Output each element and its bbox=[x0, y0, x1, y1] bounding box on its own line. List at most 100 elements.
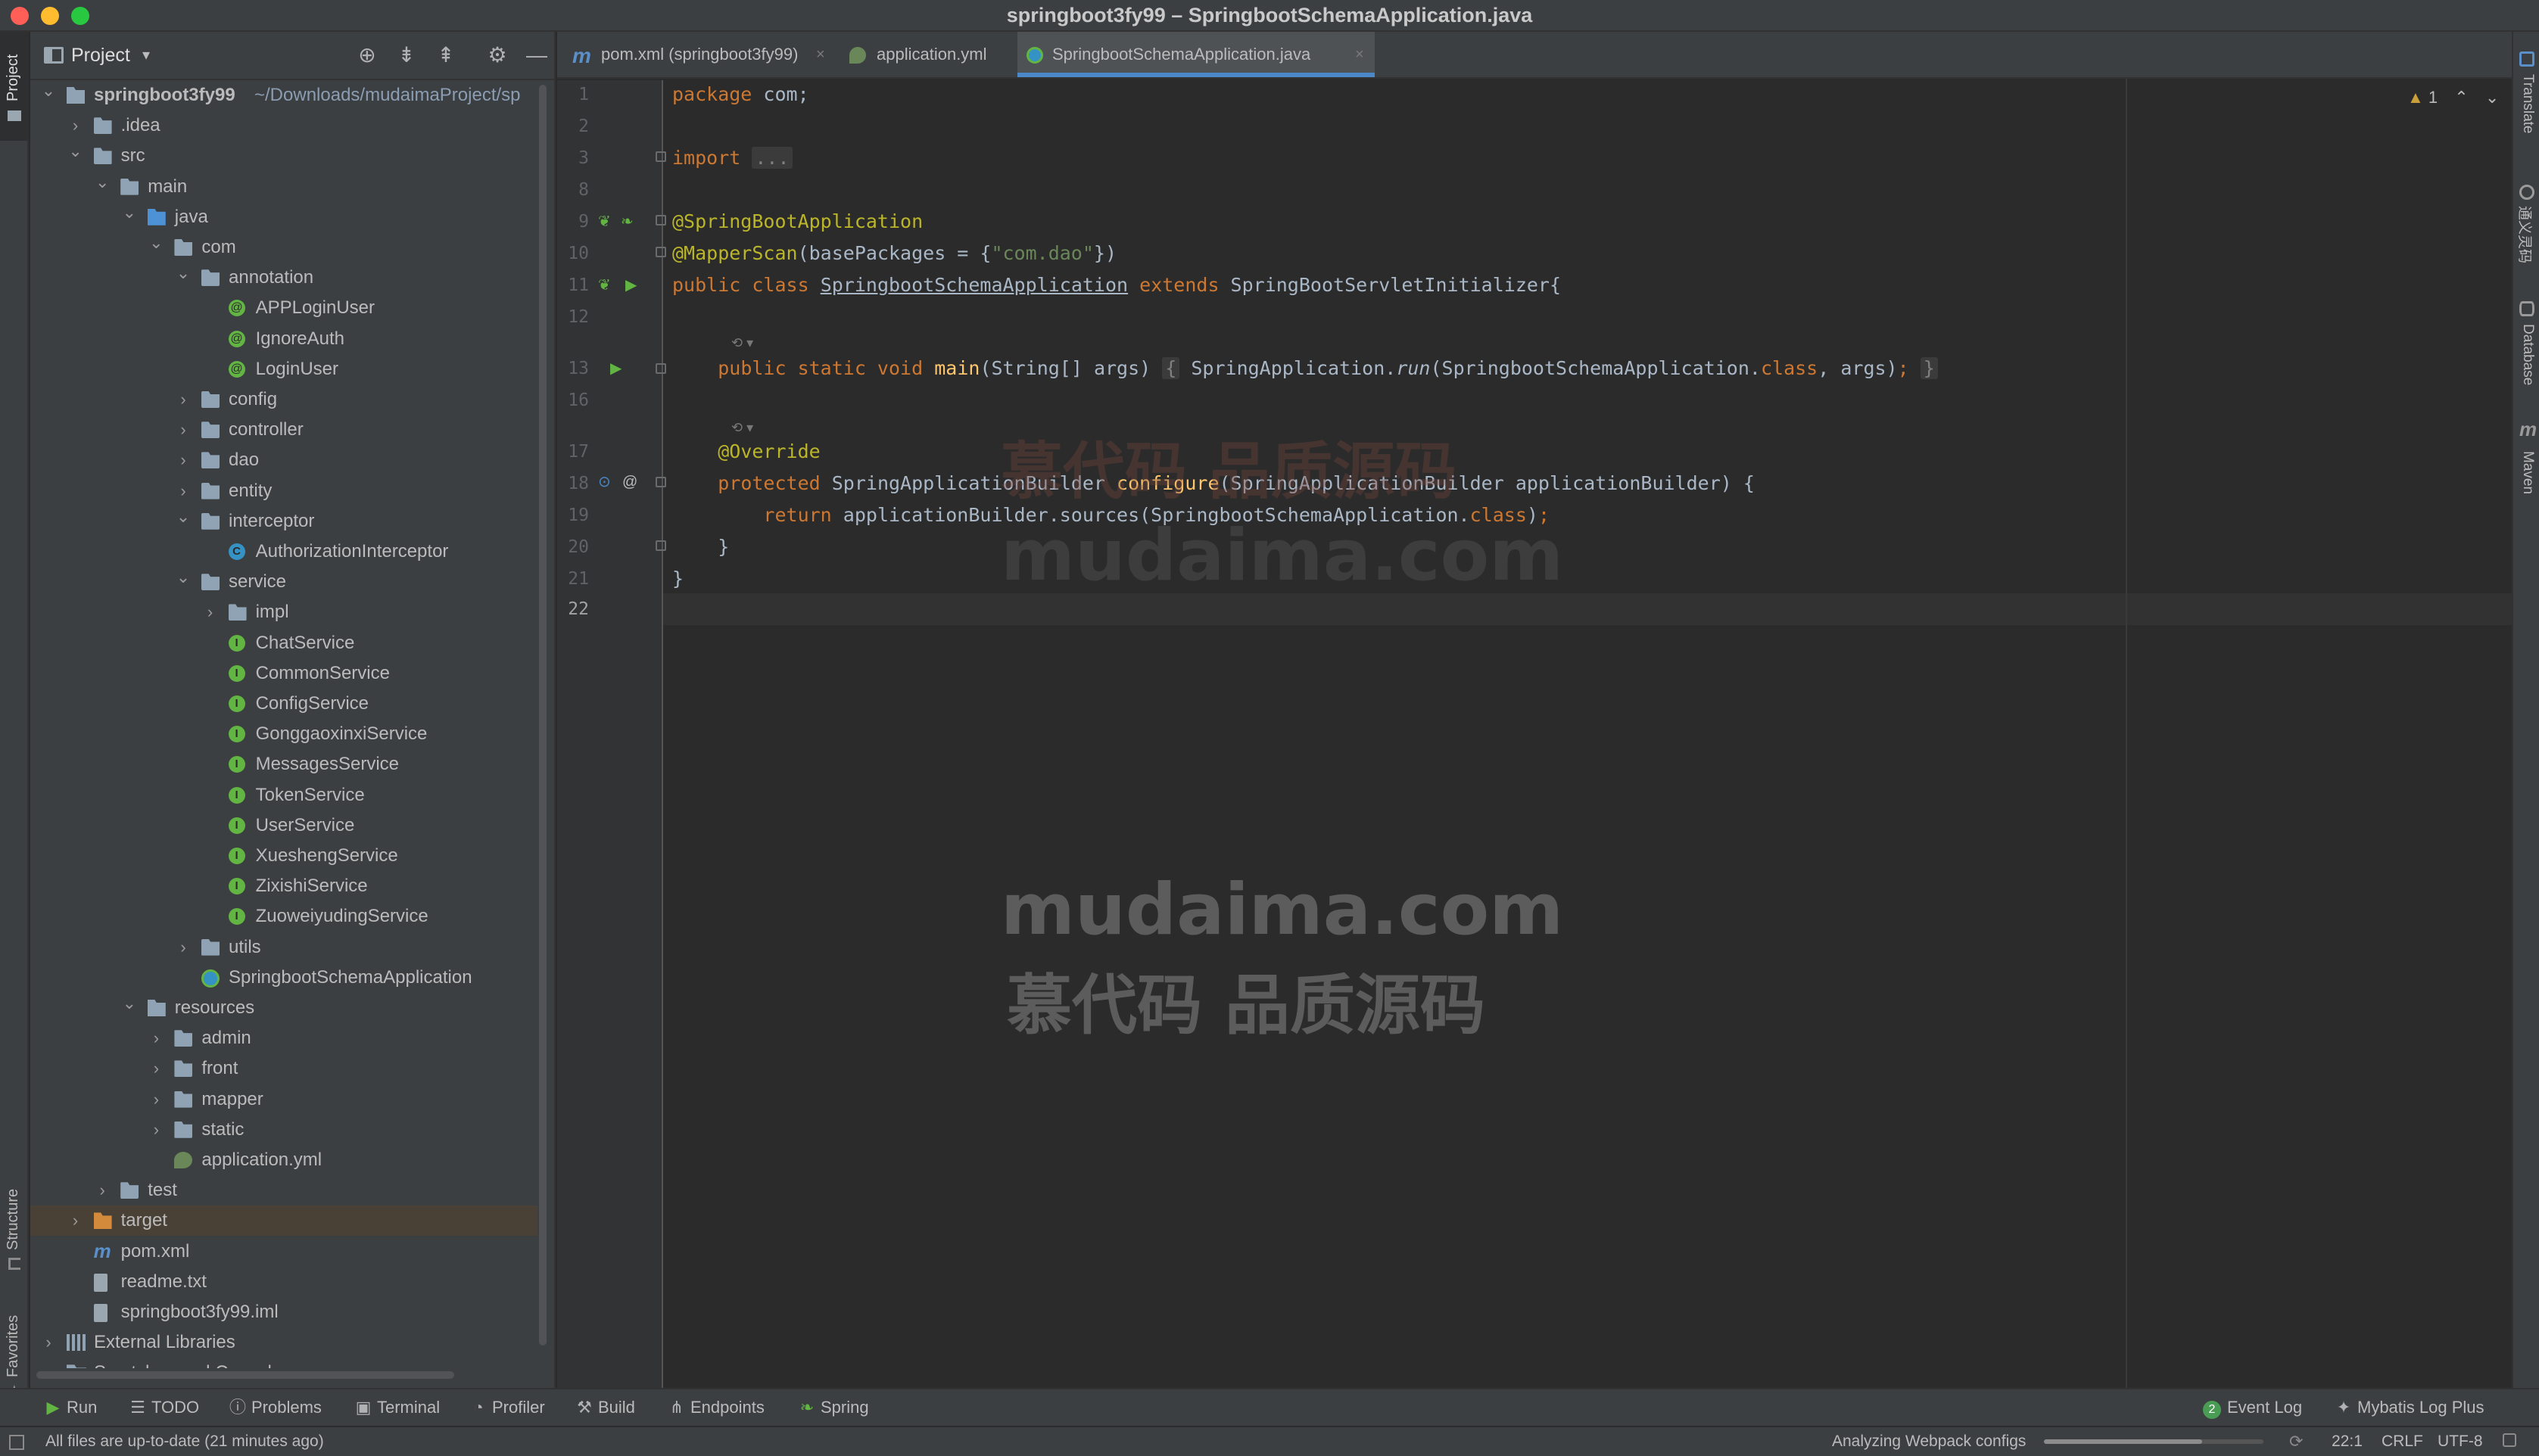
tree-item[interactable]: TokenService bbox=[30, 780, 537, 810]
maven-tool-tab[interactable]: Maven bbox=[2513, 418, 2539, 536]
sync-icon[interactable]: ⟳ bbox=[2289, 1427, 2303, 1456]
tree-item[interactable]: ⌄ springboot3fy99 ~/Downloads/mudaimaProj… bbox=[30, 82, 537, 110]
gear-icon[interactable]: ⚙ bbox=[483, 41, 512, 70]
tree-item[interactable]: › .idea bbox=[30, 110, 537, 141]
profiler-tool-button[interactable]: ◔ Profiler bbox=[469, 1389, 544, 1426]
status-message[interactable]: All files are up-to-date (21 minutes ago… bbox=[45, 1427, 324, 1456]
lock-icon[interactable] bbox=[2503, 1433, 2516, 1447]
tree-item[interactable]: › mapper bbox=[30, 1084, 537, 1115]
tree-item[interactable]: LoginUser bbox=[30, 354, 537, 384]
tree-item[interactable]: ConfigService bbox=[30, 689, 537, 719]
problems-tool-button[interactable]: ⓘ Problems bbox=[229, 1389, 322, 1426]
tree-horizontal-scrollbar[interactable] bbox=[36, 1371, 454, 1379]
background-task-label[interactable]: Analyzing Webpack configs bbox=[1832, 1427, 2026, 1456]
tree-item[interactable]: GonggaoxinxiService bbox=[30, 719, 537, 749]
event-log-tool-button[interactable]: 2 Event Log bbox=[2203, 1389, 2302, 1426]
chevron-down-icon[interactable]: ⌄ bbox=[95, 167, 110, 198]
tree-item[interactable]: › config bbox=[30, 384, 537, 415]
tree-item[interactable]: MessagesService bbox=[30, 749, 537, 779]
chevron-down-icon[interactable]: ⌄ bbox=[148, 228, 164, 258]
database-tool-tab[interactable]: Database bbox=[2513, 295, 2539, 424]
chevron-right-icon[interactable]: › bbox=[148, 1053, 164, 1084]
close-tab-icon[interactable]: × bbox=[816, 32, 825, 77]
code-line[interactable]: public static void main(String[] args) {… bbox=[672, 353, 1938, 384]
tree-item[interactable]: › impl bbox=[30, 597, 537, 627]
tree-item[interactable]: ⌄ resources bbox=[30, 993, 537, 1023]
project-view-selector[interactable]: Project bbox=[71, 42, 130, 68]
chevron-right-icon[interactable]: › bbox=[203, 597, 218, 627]
locate-icon[interactable]: ⊕ bbox=[353, 41, 382, 70]
code-line[interactable]: @MapperScan(basePackages = {"com.dao"}) bbox=[672, 238, 1117, 269]
run-icon[interactable]: ▶ bbox=[625, 269, 637, 301]
chevron-down-icon[interactable]: ⌄ bbox=[176, 502, 191, 532]
tree-vertical-scrollbar[interactable] bbox=[539, 85, 547, 1346]
inlay-hint-icon[interactable]: ⟲ ▾ bbox=[731, 412, 753, 443]
code-line[interactable]: } bbox=[672, 563, 684, 595]
tree-item[interactable]: ChatService bbox=[30, 628, 537, 658]
run-tool-button[interactable]: ▶ Run bbox=[44, 1389, 98, 1426]
code-line[interactable]: import ... bbox=[672, 142, 793, 174]
spring-tool-button[interactable]: ❧ Spring bbox=[798, 1389, 869, 1426]
chevron-up-icon[interactable]: ⌃ bbox=[2454, 88, 2468, 107]
tab-pom-xml[interactable]: pom.xml (springboot3fy99) × bbox=[566, 32, 840, 79]
chevron-right-icon[interactable]: › bbox=[148, 1084, 164, 1115]
tongyi-lingma-tool-tab[interactable]: 通义灵码 bbox=[2513, 176, 2539, 297]
tree-item[interactable]: ⌄ annotation bbox=[30, 263, 537, 293]
tree-item[interactable]: ⌄ com bbox=[30, 232, 537, 263]
tree-item[interactable]: application.yml bbox=[30, 1145, 537, 1175]
tree-item[interactable]: ⌄ service bbox=[30, 567, 537, 597]
tree-item[interactable]: › utils bbox=[30, 932, 537, 963]
bean-icon[interactable]: ❦ bbox=[598, 206, 611, 238]
fold-marker-icon[interactable] bbox=[656, 363, 666, 374]
chevron-right-icon[interactable]: › bbox=[148, 1023, 164, 1053]
chevron-right-icon[interactable]: › bbox=[41, 1327, 56, 1358]
chevron-right-icon[interactable]: › bbox=[176, 932, 191, 963]
tree-item[interactable]: ⌄ main bbox=[30, 172, 537, 202]
tree-item[interactable]: ZixishiService bbox=[30, 871, 537, 901]
tree-item[interactable]: › Scratches and Consoles bbox=[30, 1358, 537, 1368]
chevron-right-icon[interactable]: › bbox=[41, 1358, 56, 1368]
endpoints-tool-button[interactable]: ⋔ Endpoints bbox=[668, 1389, 765, 1426]
tree-item[interactable]: › static bbox=[30, 1115, 537, 1145]
background-task-progress[interactable] bbox=[2044, 1439, 2263, 1444]
chevron-down-icon[interactable]: ⌄ bbox=[122, 198, 137, 228]
at-icon[interactable]: @ bbox=[622, 466, 637, 498]
tree-item[interactable]: IgnoreAuth bbox=[30, 324, 537, 354]
fold-marker-icon[interactable] bbox=[656, 215, 666, 226]
tree-item[interactable]: › controller bbox=[30, 415, 537, 445]
chevron-right-icon[interactable]: › bbox=[95, 1175, 110, 1206]
chevron-down-icon[interactable]: ⌄ bbox=[176, 258, 191, 288]
terminal-tool-button[interactable]: ▣ Terminal bbox=[354, 1389, 441, 1426]
code-line[interactable]: package com; bbox=[672, 79, 809, 110]
todo-tool-button[interactable]: ☰ TODO bbox=[129, 1389, 199, 1426]
chevron-down-icon[interactable]: ⌄ bbox=[122, 988, 137, 1019]
inspection-widget[interactable]: ▲ 1 ⌃ ⌄ bbox=[2407, 85, 2499, 110]
tree-item[interactable]: springboot3fy99.iml bbox=[30, 1297, 537, 1327]
tree-item[interactable]: ZuoweiyudingService bbox=[30, 901, 537, 932]
tree-item[interactable]: SpringbootSchemaApplication bbox=[30, 963, 537, 993]
tree-item[interactable]: ⌄ interceptor bbox=[30, 506, 537, 537]
tree-item[interactable]: UserService bbox=[30, 810, 537, 841]
tab-application-yml[interactable]: application.yml × bbox=[843, 32, 1040, 77]
tree-item[interactable]: › External Libraries bbox=[30, 1327, 537, 1358]
tree-item[interactable]: › admin bbox=[30, 1023, 537, 1053]
tree-item[interactable]: CommonService bbox=[30, 658, 537, 689]
translate-tool-tab[interactable]: Translate bbox=[2513, 47, 2539, 183]
toggle-tool-windows-icon[interactable] bbox=[9, 1435, 24, 1450]
tree-item[interactable]: › dao bbox=[30, 445, 537, 475]
fold-marker-icon[interactable] bbox=[656, 247, 666, 257]
code-line[interactable]: public class SpringbootSchemaApplication… bbox=[672, 269, 1561, 301]
mybatis-log-tool-button[interactable]: ✦ Mybatis Log Plus bbox=[2335, 1389, 2484, 1426]
chevron-right-icon[interactable]: › bbox=[176, 415, 191, 445]
caret-position[interactable]: 22:1 bbox=[2332, 1427, 2363, 1456]
tree-item[interactable]: pom.xml bbox=[30, 1236, 537, 1267]
collapse-all-icon[interactable]: ⇞ bbox=[431, 41, 460, 70]
spring-bean-icon[interactable]: ❧ bbox=[621, 206, 634, 238]
fold-marker-icon[interactable] bbox=[656, 540, 666, 551]
tree-item[interactable]: › front bbox=[30, 1053, 537, 1084]
chevron-right-icon[interactable]: › bbox=[68, 1206, 83, 1236]
fold-marker-icon[interactable] bbox=[656, 151, 666, 162]
hide-panel-icon[interactable]: — bbox=[522, 41, 551, 70]
tree-item[interactable]: readme.txt bbox=[30, 1267, 537, 1297]
tree-item[interactable]: › test bbox=[30, 1175, 537, 1206]
